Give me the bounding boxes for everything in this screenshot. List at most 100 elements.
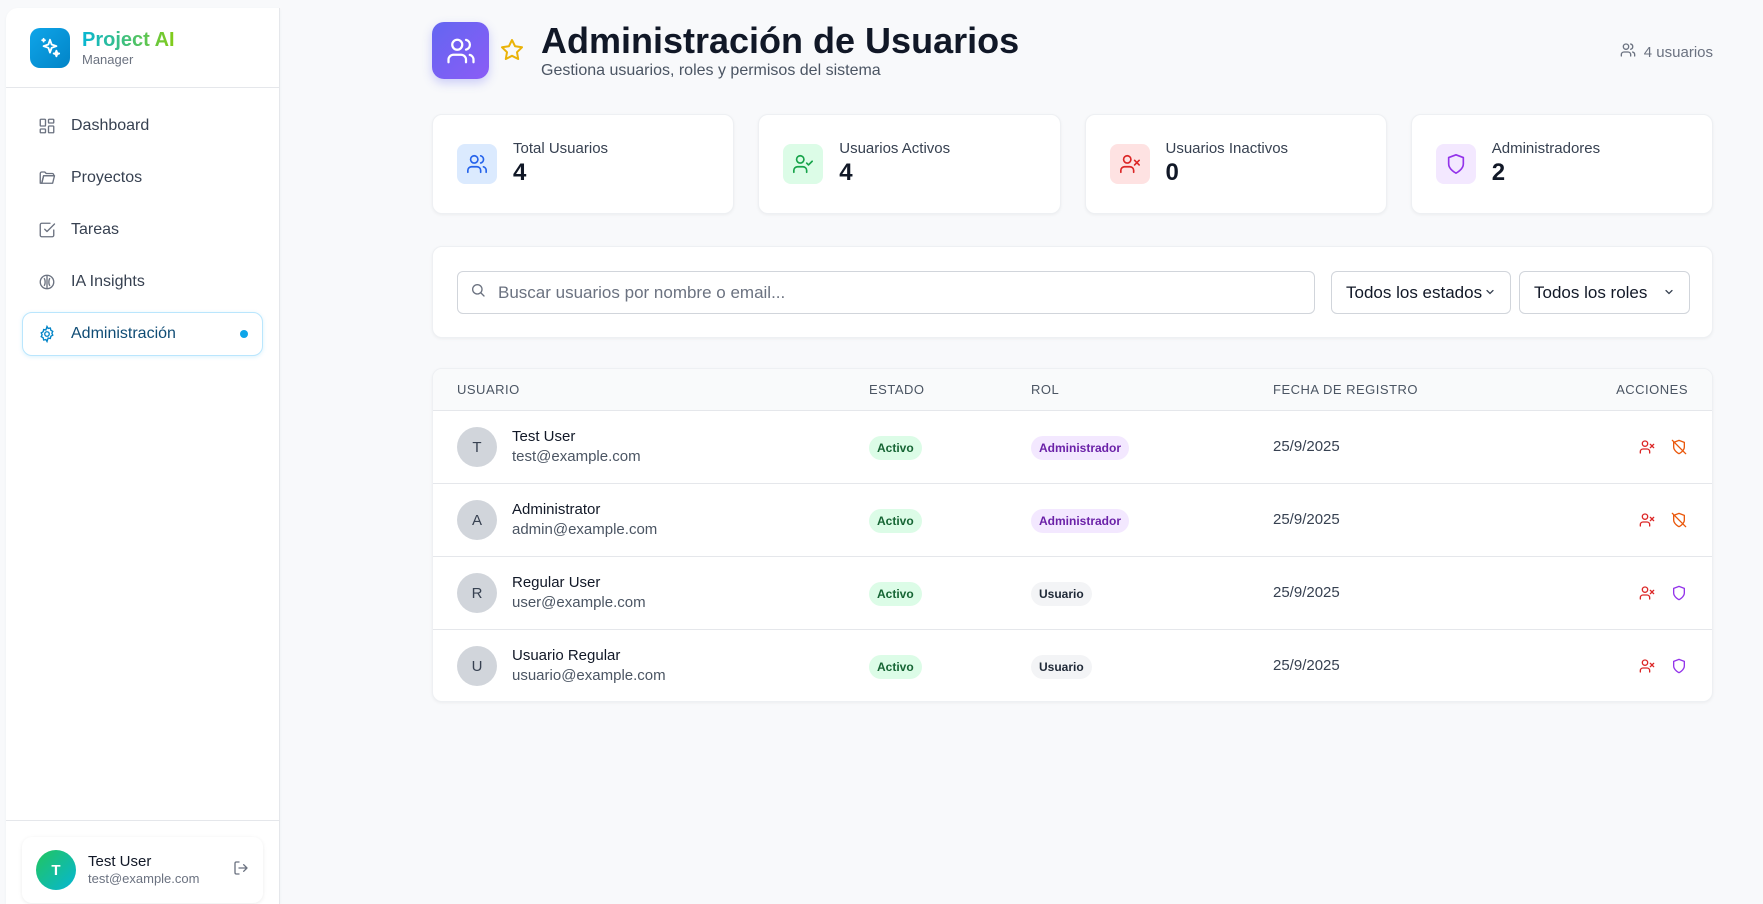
registration-date: 25/9/2025 (1273, 438, 1340, 455)
registration-date: 25/9/2025 (1273, 657, 1340, 674)
status-badge: Activo (869, 655, 922, 679)
user-count-label: 4 usuarios (1643, 43, 1713, 61)
page-subtitle: Gestiona usuarios, roles y permisos del … (541, 62, 881, 79)
current-user-email: test@example.com (88, 871, 200, 886)
role-select[interactable]: Todos los roles (1519, 271, 1690, 314)
star-icon[interactable] (500, 38, 524, 67)
role-badge: Usuario (1031, 582, 1092, 606)
brain-icon (37, 272, 57, 292)
table-row: T Test User test@example.com Activo Admi… (433, 411, 1712, 484)
role-badge: Administrador (1031, 509, 1130, 533)
user-x-icon (1109, 144, 1150, 184)
status-badge: Activo (869, 509, 922, 533)
shield-icon (1435, 144, 1476, 184)
table-row: U Usuario Regular usuario@example.com Ac… (433, 630, 1712, 701)
column-header-fecha: FECHA DE REGISTRO (1273, 382, 1419, 397)
user-email: admin@example.com (512, 521, 658, 538)
row-actions (1638, 511, 1688, 529)
deactivate-user-icon[interactable] (1638, 657, 1656, 675)
stat-value: 0 (1165, 159, 1179, 186)
search-icon (470, 282, 486, 303)
shield-icon[interactable] (1670, 657, 1688, 675)
sidebar-item-administracion[interactable]: Administración (22, 312, 263, 356)
user-count: 4 usuarios (1620, 42, 1713, 62)
active-indicator (240, 330, 248, 338)
sidebar-item-proyectos[interactable]: Proyectos (22, 156, 263, 200)
stat-card-admins: Administradores 2 (1410, 114, 1713, 214)
user-email: usuario@example.com (512, 667, 666, 684)
user-email: test@example.com (512, 448, 641, 465)
current-user-card: T Test User test@example.com (22, 837, 263, 903)
user-name: Test User (512, 428, 576, 445)
deactivate-user-icon[interactable] (1638, 584, 1656, 602)
sidebar-item-label: Tareas (71, 221, 120, 238)
status-select-value: Todos los estados (1346, 282, 1483, 302)
table-row: R Regular User user@example.com Activo U… (433, 557, 1712, 630)
stat-label: Total Usuarios (513, 140, 609, 157)
brand-name: Project AI (82, 28, 175, 51)
sidebar-item-label: Dashboard (71, 117, 150, 134)
stat-label: Usuarios Activos (839, 140, 951, 157)
registration-date: 25/9/2025 (1273, 584, 1340, 601)
users-table: USUARIO ESTADO ROL FECHA DE REGISTRO ACC… (432, 368, 1713, 702)
user-name: Administrator (512, 501, 601, 518)
deactivate-user-icon[interactable] (1638, 438, 1656, 456)
stat-label: Administradores (1491, 140, 1601, 157)
column-header-rol: ROL (1031, 382, 1060, 397)
row-actions (1638, 657, 1688, 675)
filters-panel: Todos los estados Todos los roles (432, 246, 1713, 338)
sidebar-item-label: Proyectos (71, 169, 143, 186)
sidebar-item-label: IA Insights (71, 273, 145, 290)
user-name: Regular User (512, 574, 601, 591)
folder-icon (37, 168, 57, 188)
registration-date: 25/9/2025 (1273, 511, 1340, 528)
column-header-estado: ESTADO (869, 382, 925, 397)
shield-icon[interactable] (1670, 584, 1688, 602)
users-icon (457, 144, 497, 184)
stat-value: 2 (1491, 159, 1506, 186)
brand[interactable]: Project AI Manager (6, 8, 279, 88)
role-badge: Administrador (1031, 436, 1130, 460)
table-row: A Administrator admin@example.com Activo… (433, 484, 1712, 557)
stat-card-total: Total Usuarios 4 (432, 114, 735, 214)
status-select[interactable]: Todos los estados (1331, 271, 1511, 314)
chevron-down-icon (1663, 283, 1675, 303)
search-box[interactable] (457, 271, 1315, 314)
page-header: Administración de Usuarios Gestiona usua… (432, 20, 1713, 80)
avatar: U (457, 646, 497, 686)
sidebar-item-ia-insights[interactable]: IA Insights (22, 260, 263, 304)
stat-value: 4 (839, 159, 853, 186)
stats-row: Total Usuarios 4 Usuarios Activos 4 Usua… (432, 114, 1713, 214)
user-name: Usuario Regular (512, 647, 621, 664)
search-input[interactable] (498, 282, 1314, 303)
sidebar: Project AI Manager Dashboard Proyectos T… (6, 8, 280, 904)
stat-label: Usuarios Inactivos (1165, 140, 1289, 157)
gear-icon (37, 324, 57, 344)
users-icon (432, 22, 489, 79)
logout-icon[interactable] (233, 860, 249, 881)
avatar: R (457, 573, 497, 613)
page-title: Administración de Usuarios (541, 20, 1020, 61)
sidebar-nav: Dashboard Proyectos Tareas IA Insights A… (6, 88, 279, 380)
user-email: user@example.com (512, 594, 646, 611)
brand-subtitle: Manager (82, 51, 134, 67)
role-badge: Usuario (1031, 655, 1092, 679)
sidebar-item-tareas[interactable]: Tareas (22, 208, 263, 252)
shield-off-icon[interactable] (1670, 511, 1688, 529)
deactivate-user-icon[interactable] (1638, 511, 1656, 529)
sparkles-icon (30, 27, 70, 68)
avatar: T (36, 850, 76, 890)
shield-off-icon[interactable] (1670, 438, 1688, 456)
column-header-usuario: USUARIO (457, 382, 520, 397)
sidebar-item-dashboard[interactable]: Dashboard (22, 104, 263, 148)
user-check-icon (783, 144, 824, 184)
status-badge: Activo (869, 582, 922, 606)
status-badge: Activo (869, 436, 922, 460)
column-header-acciones: ACCIONES (1616, 382, 1688, 397)
row-actions (1638, 438, 1688, 456)
role-select-value: Todos los roles (1534, 282, 1648, 302)
grid-icon (37, 116, 57, 136)
row-actions (1638, 584, 1688, 602)
stat-card-active: Usuarios Activos 4 (758, 114, 1061, 214)
table-header: USUARIO ESTADO ROL FECHA DE REGISTRO ACC… (433, 369, 1712, 411)
